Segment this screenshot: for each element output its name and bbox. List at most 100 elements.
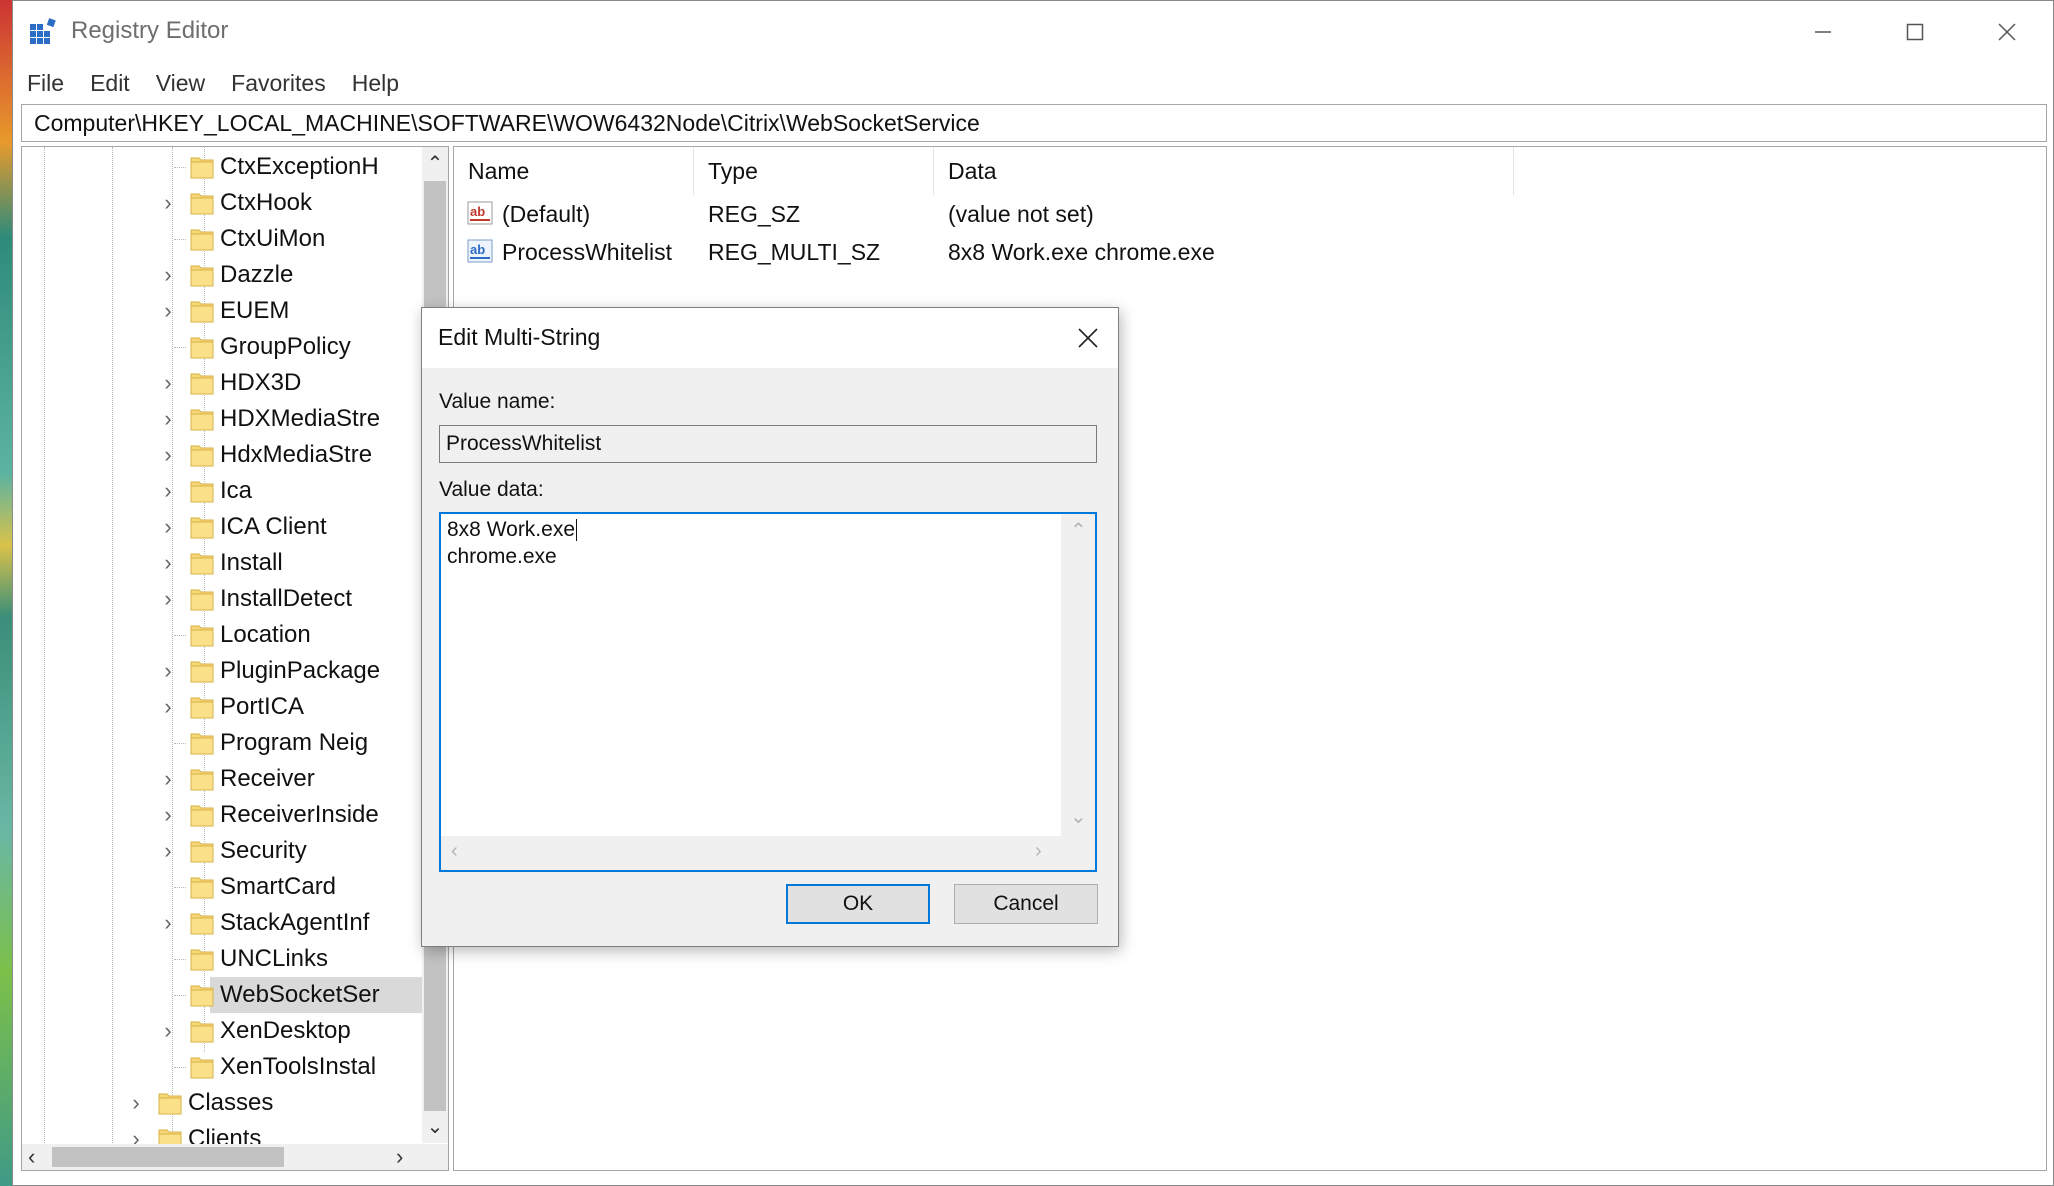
chevron-right-icon[interactable]: › <box>160 1020 176 1042</box>
folder-icon <box>190 514 214 540</box>
minimize-button[interactable] <box>1777 1 1869 63</box>
column-header-name[interactable]: Name <box>454 147 694 195</box>
registry-editor-icon <box>30 18 56 44</box>
close-button[interactable] <box>1961 1 2053 63</box>
ok-button[interactable]: OK <box>786 884 930 924</box>
tree-item[interactable]: › PortICA <box>22 689 424 725</box>
chevron-right-icon[interactable]: › <box>160 840 176 862</box>
scroll-up-arrow-icon[interactable]: ⌃ <box>422 151 448 176</box>
tree-item[interactable]: XenToolsInstal <box>22 1049 424 1085</box>
tree-item-label: GroupPolicy <box>220 333 351 360</box>
scroll-right-arrow-icon[interactable]: › <box>396 1144 403 1170</box>
menu-help[interactable]: Help <box>339 70 412 97</box>
menu-favorites[interactable]: Favorites <box>218 70 339 97</box>
dialog-title-bar[interactable]: Edit Multi-String <box>422 308 1118 368</box>
tree-item[interactable]: › ReceiverInside <box>22 797 424 833</box>
tree-item[interactable]: › EUEM <box>22 293 424 329</box>
tree-item-label: PluginPackage <box>220 657 381 684</box>
string-value-icon: ab <box>467 201 493 225</box>
tree-connector <box>174 1067 186 1068</box>
tree-item[interactable]: SmartCard <box>22 869 424 905</box>
tree-item[interactable]: › ICA Client <box>22 509 424 545</box>
scroll-right-arrow-icon[interactable]: › <box>1035 840 1042 863</box>
scrollbar-corner <box>422 1144 448 1170</box>
tree-item[interactable]: › CtxHook <box>22 185 424 221</box>
menu-view[interactable]: View <box>143 70 218 97</box>
chevron-right-icon[interactable]: › <box>160 696 176 718</box>
value-data: (value not set) <box>948 201 1094 227</box>
chevron-right-icon[interactable]: › <box>160 588 176 610</box>
tree-item[interactable]: › Install <box>22 545 424 581</box>
close-icon <box>1078 328 1098 348</box>
tree-item[interactable]: UNCLinks <box>22 941 424 977</box>
value-row[interactable]: ab (Default) REG_SZ (value not set) <box>454 195 1654 233</box>
scroll-left-arrow-icon[interactable]: ‹ <box>451 840 458 863</box>
chevron-right-icon[interactable]: › <box>160 192 176 214</box>
tree-item[interactable]: CtxUiMon <box>22 221 424 257</box>
chevron-right-icon[interactable]: › <box>160 516 176 538</box>
textarea-horizontal-scrollbar[interactable]: ‹ › <box>441 836 1061 870</box>
tree-item-label: CtxUiMon <box>220 225 326 252</box>
folder-icon <box>190 838 214 864</box>
chevron-right-icon[interactable]: › <box>160 804 176 826</box>
folder-icon <box>190 730 214 756</box>
folder-icon <box>190 262 214 288</box>
maximize-button[interactable] <box>1869 1 1961 63</box>
column-header-data[interactable]: Data <box>934 147 1514 195</box>
tree-item[interactable]: › InstallDetect <box>22 581 424 617</box>
address-bar[interactable]: Computer\HKEY_LOCAL_MACHINE\SOFTWARE\WOW… <box>21 104 2047 142</box>
tree-item[interactable]: › Security <box>22 833 424 869</box>
chevron-right-icon[interactable]: › <box>160 264 176 286</box>
column-header-type[interactable]: Type <box>694 147 934 195</box>
chevron-right-icon[interactable]: › <box>160 408 176 430</box>
tree-item[interactable]: › Classes <box>22 1085 424 1121</box>
tree-item[interactable]: Location <box>22 617 424 653</box>
scroll-up-arrow-icon[interactable]: ⌃ <box>1070 518 1087 543</box>
chevron-right-icon[interactable]: › <box>160 372 176 394</box>
registry-editor-window: Registry Editor File Edit View Favorites… <box>12 0 2054 1186</box>
chevron-right-icon[interactable]: › <box>160 912 176 934</box>
tree-item[interactable]: › StackAgentInf <box>22 905 424 941</box>
tree-item[interactable]: CtxExceptionH <box>22 149 424 185</box>
tree-item[interactable]: Program Neig <box>22 725 424 761</box>
folder-icon <box>190 1018 214 1044</box>
value-name-field[interactable]: ProcessWhitelist <box>439 425 1097 463</box>
tree-item-label: Receiver <box>220 765 315 792</box>
tree-item[interactable]: › HdxMediaStre <box>22 437 424 473</box>
tree-horizontal-scrollbar[interactable]: ‹ › <box>22 1144 424 1170</box>
tree-item[interactable]: › XenDesktop <box>22 1013 424 1049</box>
scroll-left-arrow-icon[interactable]: ‹ <box>28 1144 35 1170</box>
chevron-right-icon[interactable]: › <box>128 1092 144 1114</box>
tree-item[interactable]: › Ica <box>22 473 424 509</box>
chevron-right-icon[interactable]: › <box>160 300 176 322</box>
scroll-down-arrow-icon[interactable]: ⌄ <box>422 1114 448 1139</box>
tree-item[interactable]: › Receiver <box>22 761 424 797</box>
tree-item[interactable]: GroupPolicy <box>22 329 424 365</box>
tree-item[interactable]: › HDX3D <box>22 365 424 401</box>
chevron-right-icon[interactable]: › <box>160 660 176 682</box>
edit-multi-string-dialog: Edit Multi-String Value name: ProcessWhi… <box>421 307 1119 947</box>
scrollbar-thumb[interactable] <box>52 1147 284 1167</box>
menu-edit[interactable]: Edit <box>77 70 143 97</box>
value-row[interactable]: ab ProcessWhitelist REG_MULTI_SZ 8x8 Wor… <box>454 233 1654 271</box>
tree-item[interactable]: WebSocketSer <box>22 977 430 1013</box>
title-bar[interactable]: Registry Editor <box>13 1 2053 63</box>
chevron-right-icon[interactable]: › <box>160 444 176 466</box>
scrollbar-corner <box>1061 836 1095 870</box>
tree-item[interactable]: › PluginPackage <box>22 653 424 689</box>
tree-connector <box>174 635 186 636</box>
tree-item[interactable]: › HDXMediaStre <box>22 401 424 437</box>
scroll-down-arrow-icon[interactable]: ⌄ <box>1070 804 1087 829</box>
dialog-close-button[interactable] <box>1058 308 1118 368</box>
menu-file[interactable]: File <box>13 70 77 97</box>
key-tree-pane[interactable]: CtxExceptionH › CtxHook CtxUiMon › Dazzle › EUE… <box>21 146 449 1171</box>
value-data-textarea[interactable]: 8x8 Work.exe chrome.exe ⌃ ⌄ ‹ › <box>439 512 1097 872</box>
chevron-right-icon[interactable]: › <box>160 768 176 790</box>
textarea-vertical-scrollbar[interactable]: ⌃ ⌄ <box>1061 514 1095 836</box>
window-title: Registry Editor <box>71 17 229 44</box>
chevron-right-icon[interactable]: › <box>160 552 176 574</box>
folder-icon <box>190 874 214 900</box>
cancel-button[interactable]: Cancel <box>954 884 1098 924</box>
chevron-right-icon[interactable]: › <box>160 480 176 502</box>
tree-item[interactable]: › Dazzle <box>22 257 424 293</box>
